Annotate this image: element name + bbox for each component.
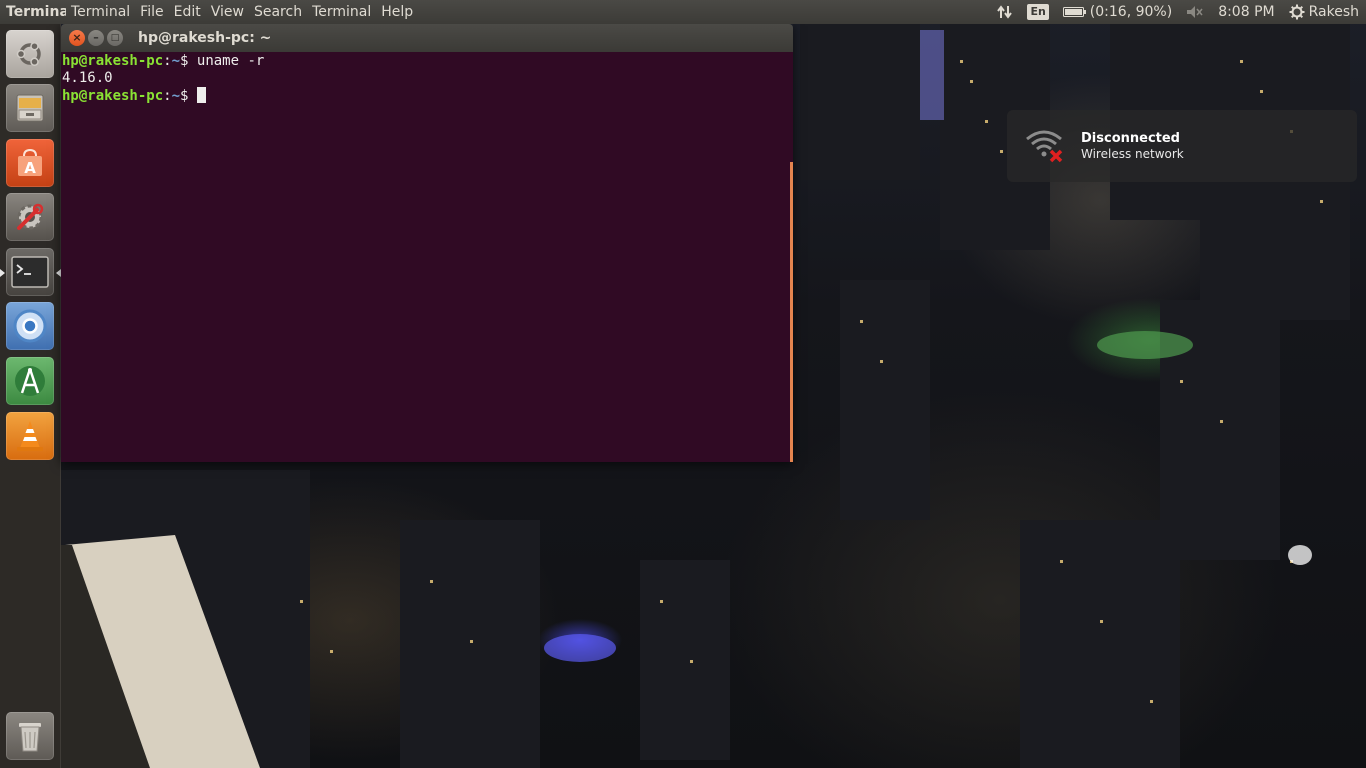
launcher: A xyxy=(0,24,61,768)
prompt-symbol: $ xyxy=(180,88,197,104)
chromium-icon xyxy=(13,309,47,343)
svg-text:A: A xyxy=(24,159,36,177)
command-output: 4.16.0 xyxy=(62,70,113,86)
prompt-symbol: $ xyxy=(180,53,197,69)
menu-edit[interactable]: Edit xyxy=(169,0,206,24)
launcher-chromium[interactable] xyxy=(6,302,54,350)
window-titlebar[interactable]: × – □ hp@rakesh-pc: ~ xyxy=(61,24,793,52)
clock-indicator[interactable]: 8:08 PM xyxy=(1211,0,1281,24)
terminal-window[interactable]: × – □ hp@rakesh-pc: ~ hp@rakesh-pc:~$ un… xyxy=(61,24,793,462)
terminal-line: hp@rakesh-pc:~$ xyxy=(62,87,792,104)
battery-indicator[interactable]: (0:16, 90%) xyxy=(1056,0,1179,24)
top-panel: Terminal Terminal File Edit View Search … xyxy=(0,0,1366,24)
terminal-output[interactable]: hp@rakesh-pc:~$ uname -r 4.16.0 hp@rakes… xyxy=(61,52,793,462)
scrollbar[interactable] xyxy=(790,162,793,462)
menu-view[interactable]: View xyxy=(206,0,249,24)
maximize-icon: □ xyxy=(110,33,120,43)
close-button[interactable]: × xyxy=(69,30,85,46)
launcher-system-settings[interactable] xyxy=(6,193,54,241)
prompt-user: hp@rakesh-pc xyxy=(62,53,164,69)
trash-icon xyxy=(19,723,41,752)
ubuntu-logo-icon xyxy=(16,41,41,67)
minimize-icon: – xyxy=(93,31,99,44)
terminal-icon xyxy=(11,256,49,288)
running-indicator xyxy=(0,269,5,277)
prompt-path: ~ xyxy=(171,53,181,69)
launcher-trash[interactable] xyxy=(6,712,54,760)
traffic-cone-icon xyxy=(17,421,43,451)
shopping-bag-icon: A xyxy=(18,148,42,177)
battery-text: (0:16, 90%) xyxy=(1089,4,1173,20)
notification-title: Disconnected xyxy=(1081,130,1180,146)
user-name: Rakesh xyxy=(1308,4,1359,20)
prompt-separator: : xyxy=(163,88,172,104)
launcher-terminal[interactable] xyxy=(6,248,54,296)
prompt-path: ~ xyxy=(171,88,181,104)
network-arrows-icon xyxy=(997,5,1013,19)
minimize-button[interactable]: – xyxy=(88,30,104,46)
gear-icon xyxy=(1289,4,1305,20)
command-text: uname -r xyxy=(196,53,265,69)
android-studio-icon xyxy=(15,366,45,396)
menu-search[interactable]: Search xyxy=(249,0,307,24)
keyboard-layout-badge: En xyxy=(1027,4,1049,20)
notification-body: Wireless network xyxy=(1081,146,1184,161)
notification-bubble: Disconnected Wireless network xyxy=(1007,110,1357,182)
launcher-vlc[interactable] xyxy=(6,412,54,460)
volume-indicator[interactable] xyxy=(1179,0,1211,24)
session-indicator[interactable]: Rakesh xyxy=(1282,0,1366,24)
keyboard-indicator[interactable]: En xyxy=(1020,0,1055,24)
text-cursor xyxy=(196,87,206,103)
network-indicator[interactable] xyxy=(990,0,1020,24)
prompt-separator: : xyxy=(163,53,172,69)
wifi-disconnected-icon xyxy=(1026,130,1063,163)
menu-file[interactable]: File xyxy=(135,0,168,24)
battery-icon xyxy=(1062,7,1086,17)
launcher-files[interactable] xyxy=(6,84,54,132)
wrench-gear-icon xyxy=(17,203,44,230)
prompt-user: hp@rakesh-pc xyxy=(62,88,164,104)
launcher-ubuntu-dash[interactable] xyxy=(6,30,54,78)
indicator-area: En (0:16, 90%) 8:08 PM Rakesh xyxy=(990,0,1366,24)
menu-terminal[interactable]: Terminal xyxy=(307,0,376,24)
launcher-software-center[interactable]: A xyxy=(6,139,54,187)
clock-text: 8:08 PM xyxy=(1218,4,1275,20)
file-cabinet-icon xyxy=(16,94,44,122)
terminal-line: hp@rakesh-pc:~$ uname -r xyxy=(62,53,792,70)
menu-terminal-app[interactable]: Terminal xyxy=(66,0,135,24)
maximize-button[interactable]: □ xyxy=(107,30,123,46)
active-app-name: Terminal xyxy=(6,4,66,20)
menu-bar: Terminal File Edit View Search Terminal … xyxy=(66,0,418,24)
volume-muted-icon xyxy=(1187,6,1203,18)
menu-help[interactable]: Help xyxy=(376,0,418,24)
close-icon: × xyxy=(72,31,82,44)
window-title: hp@rakesh-pc: ~ xyxy=(138,30,272,46)
launcher-android-studio[interactable] xyxy=(6,357,54,405)
terminal-line: 4.16.0 xyxy=(62,70,792,87)
